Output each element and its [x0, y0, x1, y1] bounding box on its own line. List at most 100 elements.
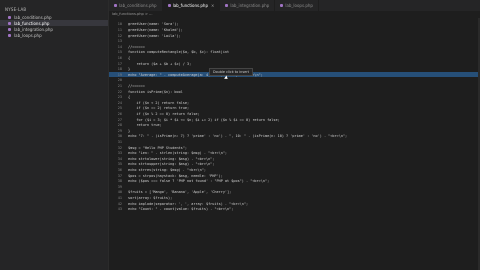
code-line[interactable]: 37 $pos = strpos(haystack: $msg, needle: … — [109, 173, 480, 178]
file-name: lab_conditions.php — [14, 14, 52, 20]
code-line[interactable]: 25 if ($n == 2) return true; — [109, 106, 480, 111]
editor-window: NYSE-LAB lab_conditions.php lab_functions… — [0, 0, 480, 270]
code-text: if ($n < 2) return false; — [128, 100, 190, 105]
code-line[interactable]: 21 //====== — [109, 84, 480, 89]
code-line[interactable]: 40 $fruits = ['Mango', 'Banana', 'Apple',… — [109, 190, 480, 195]
file-name: lab_integration.php — [14, 26, 53, 32]
code-line[interactable]: 39 — [109, 184, 480, 189]
line-number: 34 — [117, 156, 122, 161]
code-line[interactable]: 10 greetUser(name: 'Sara'); — [109, 22, 480, 27]
php-file-icon — [280, 4, 284, 7]
code-line[interactable]: 43 echo "Count: " . count(value: $fruits)… — [109, 207, 480, 212]
code-text: } — [128, 67, 131, 72]
code-text: echo implode(separator: ', ', array: $fr… — [128, 201, 249, 206]
editor-tab[interactable]: lab_integration.php — [220, 0, 276, 11]
line-number: 18 — [117, 67, 122, 72]
code-line[interactable]: 22 function isPrime($n): bool — [109, 89, 480, 94]
code-line[interactable]: 35 echo strtoupper(string: $msg) . "<br>\… — [109, 162, 480, 167]
code-line[interactable]: 42 echo implode(separator: ', ', array: $… — [109, 201, 480, 206]
code-text: if ($n % 2 == 0) return false; — [128, 111, 200, 116]
code-line[interactable]: 33 echo "Len: " . strlen(string: $msg) . … — [109, 151, 480, 156]
code-line[interactable]: 26 if ($n % 2 == 0) return false; — [109, 112, 480, 117]
code-editor[interactable]: 10 greetUser(name: 'Sara'); 11 greetUser(na… — [109, 18, 480, 270]
line-number: 14 — [117, 44, 122, 49]
close-tab-icon[interactable]: × — [211, 0, 214, 11]
line-number: 27 — [117, 117, 122, 122]
file-list: lab_conditions.php lab_functions.php lab_i… — [0, 14, 108, 38]
code-text: echo "7: " . (isPrime(n: 7) ? 'prime' : … — [128, 134, 348, 139]
code-text: echo strtolower(string: $msg) . "<br>\n"… — [128, 156, 215, 161]
code-line[interactable]: 23 { — [109, 95, 480, 100]
explorer-sidebar: NYSE-LAB lab_conditions.php lab_functions… — [0, 0, 109, 270]
code-text: $msg = "Hello PHP Students"; — [128, 145, 188, 150]
code-text: function isPrime($n): bool — [128, 89, 183, 94]
editor-tab[interactable]: lab_loops.php — [275, 0, 319, 11]
code-text: if ($n == 2) return true; — [128, 106, 190, 111]
code-line[interactable]: 15 function computeRectangle($a, $b, $c):… — [109, 50, 480, 55]
tab-label: lab_conditions.php — [119, 3, 157, 8]
code-text: { — [128, 55, 131, 60]
code-line[interactable]: 17 return ($a + $b + $c) / 3; — [109, 61, 480, 66]
code-line[interactable]: 38 echo ($pos === false ? 'PHP not found'… — [109, 179, 480, 184]
line-number: 20 — [117, 78, 122, 83]
line-number: 23 — [117, 95, 122, 100]
code-line[interactable]: 34 echo strtolower(string: $msg) . "<br>\… — [109, 156, 480, 161]
code-line[interactable]: 30 echo "7: " . (isPrime(n: 7) ? 'prime' … — [109, 134, 480, 139]
code-text: echo "Len: " . strlen(string: $msg) . "<… — [128, 151, 228, 156]
line-number: 10 — [117, 22, 122, 27]
code-text: greetUser(name: 'Sara'); — [128, 22, 179, 27]
php-file-icon — [8, 27, 11, 31]
code-text: return ($a + $b + $c) / 3; — [128, 61, 192, 66]
code-line[interactable]: 11 greetUser(name: 'Khaled'); — [109, 28, 480, 33]
line-number: 30 — [117, 134, 122, 139]
line-number: 41 — [117, 195, 122, 200]
tab-bar: lab_conditions.php lab_functions.php × lab_… — [109, 0, 480, 11]
file-item[interactable]: lab_loops.php — [0, 32, 108, 38]
code-line[interactable]: 27 for ($i = 3; $i * $i <= $n; $i += 2) … — [109, 117, 480, 122]
line-number: 12 — [117, 33, 122, 38]
line-number: 40 — [117, 190, 122, 195]
code-line[interactable]: 41 sort(array: $fruits); — [109, 196, 480, 201]
code-text: } — [128, 128, 131, 133]
code-text: //====== — [128, 83, 145, 88]
line-number: 28 — [117, 123, 122, 128]
line-number: 25 — [117, 106, 122, 111]
code-line[interactable]: 20 — [109, 78, 480, 83]
code-text: greetUser(name: 'Laila'); — [128, 33, 181, 38]
line-number: 24 — [117, 100, 122, 105]
code-line[interactable]: 29} — [109, 128, 480, 133]
editor-tab[interactable]: lab_conditions.php — [109, 0, 163, 11]
code-text: echo "Count: " . count(value: $fruits) .… — [128, 207, 234, 212]
line-number: 16 — [117, 55, 122, 60]
line-number: 11 — [117, 27, 122, 32]
breadcrumb[interactable]: lab_functions.php > ... — [112, 12, 153, 16]
line-number: 15 — [117, 50, 122, 55]
line-number: 43 — [117, 207, 122, 212]
code-line[interactable]: 13 — [109, 39, 480, 44]
hover-tooltip: Double click to insert — [209, 68, 253, 76]
code-line[interactable]: 32 $msg = "Hello PHP Students"; — [109, 145, 480, 150]
php-file-icon — [114, 4, 117, 7]
code-text: return true; — [128, 123, 162, 128]
code-text: greetUser(name: 'Khaled'); — [128, 27, 183, 32]
line-number: 35 — [117, 162, 122, 167]
file-name: lab_functions.php — [14, 20, 50, 26]
code-text: { — [128, 95, 131, 100]
line-number: 21 — [117, 83, 122, 88]
line-number: 31 — [117, 139, 122, 144]
code-line[interactable]: 14 //====== — [109, 44, 480, 49]
code-line[interactable]: 31 — [109, 140, 480, 145]
code-line[interactable]: 36 echo strrev(string: $msg) . "<br>\n"; — [109, 168, 480, 173]
editor-tab[interactable]: lab_functions.php × — [162, 0, 221, 11]
code-line[interactable]: 24 if ($n < 2) return false; — [109, 100, 480, 105]
code-text: sort(array: $fruits); — [128, 195, 173, 200]
code-line[interactable]: 18} — [109, 67, 480, 72]
code-line[interactable]: 28 return true; — [109, 123, 480, 128]
line-number: 38 — [117, 179, 122, 184]
tab-label: lab_functions.php — [172, 3, 208, 8]
line-number: 17 — [117, 61, 122, 66]
tab-label: lab_integration.php — [230, 3, 270, 8]
code-line[interactable]: 19 echo "Average: " . computeAverage(a: 4… — [109, 72, 480, 78]
code-line[interactable]: 16 { — [109, 56, 480, 61]
code-line[interactable]: 12 greetUser(name: 'Laila'); — [109, 33, 480, 38]
